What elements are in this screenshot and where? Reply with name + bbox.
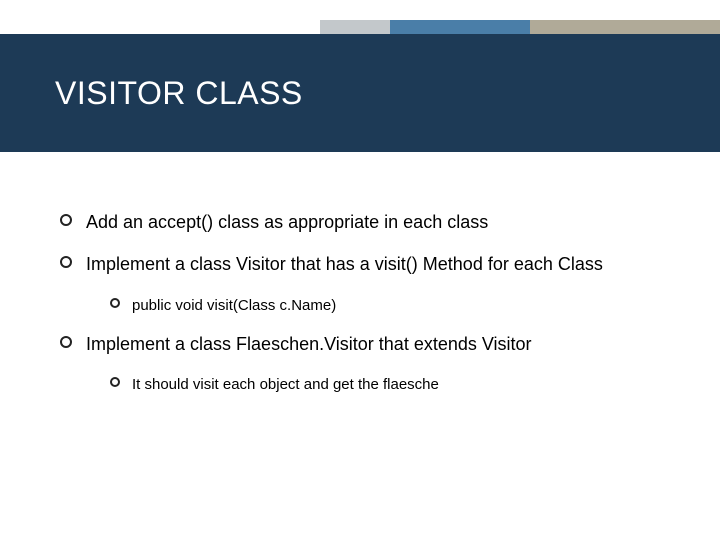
accent-bar	[0, 20, 720, 34]
bullet-icon	[110, 377, 120, 387]
list-item: Add an accept() class as appropriate in …	[60, 210, 680, 234]
title-band: VISITOR CLASS	[0, 34, 720, 152]
list-item: Implement a class Flaeschen.Visitor that…	[60, 332, 680, 356]
slide-title: VISITOR CLASS	[55, 75, 303, 112]
accent-segment-blue	[390, 20, 530, 34]
list-item: Implement a class Visitor that has a vis…	[60, 252, 680, 276]
bullet-text: public void visit(Class c.Name)	[132, 295, 336, 316]
accent-segment-taupe	[530, 20, 720, 34]
bullet-text: Implement a class Visitor that has a vis…	[86, 252, 603, 276]
bullet-icon	[60, 336, 72, 348]
list-item: public void visit(Class c.Name)	[110, 295, 680, 316]
bullet-text: Add an accept() class as appropriate in …	[86, 210, 488, 234]
accent-segment-gray	[320, 20, 390, 34]
bullet-text: Implement a class Flaeschen.Visitor that…	[86, 332, 532, 356]
bullet-icon	[60, 214, 72, 226]
bullet-icon	[110, 298, 120, 308]
list-item: It should visit each object and get the …	[110, 374, 680, 395]
content-area: Add an accept() class as appropriate in …	[60, 210, 680, 411]
bullet-icon	[60, 256, 72, 268]
accent-segment-white	[0, 20, 320, 34]
bullet-text: It should visit each object and get the …	[132, 374, 439, 395]
slide: VISITOR CLASS Add an accept() class as a…	[0, 0, 720, 540]
